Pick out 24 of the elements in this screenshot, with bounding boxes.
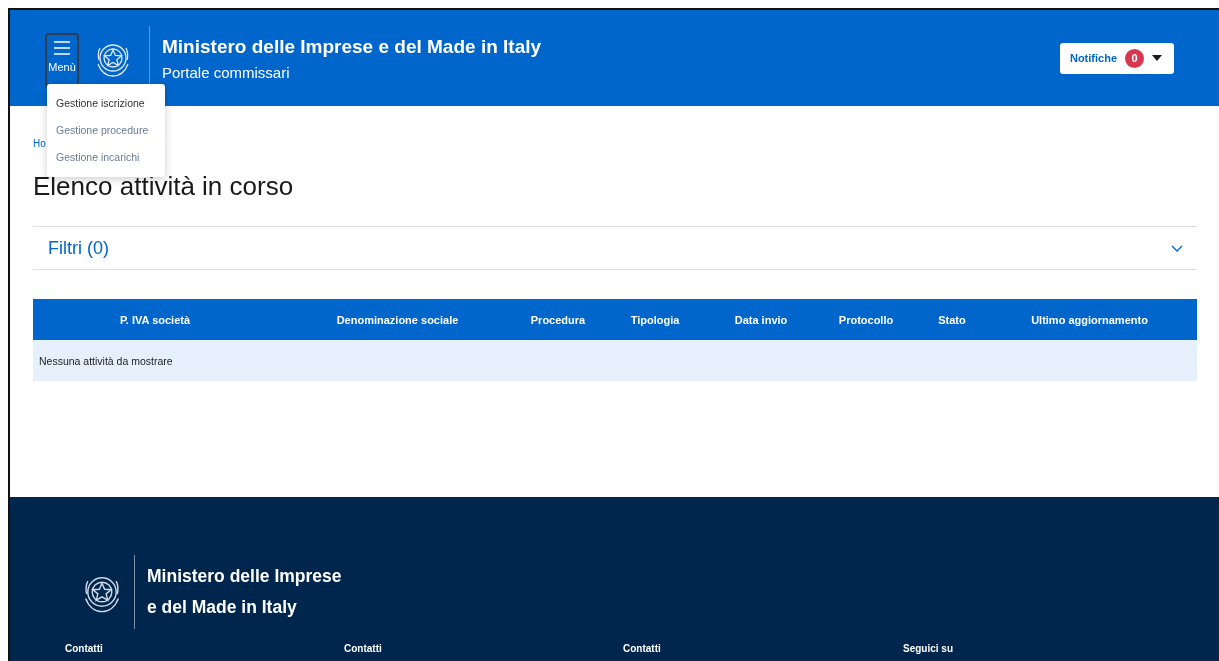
column-header: Data invio: [733, 313, 789, 326]
chevron-icon: [1171, 244, 1183, 252]
site-subtitle: Portale commissari: [162, 63, 291, 81]
column-header: Protocollo: [837, 313, 895, 326]
notifications-button[interactable]: Notifiche 0: [1059, 42, 1174, 74]
footer-title: Ministero delle Imprese e del Made in Italy: [147, 565, 342, 619]
footer-column-heading: Seguici su: [903, 643, 954, 654]
filters-toggle[interactable]: Filtri (0): [33, 227, 1197, 269]
menu-icon: [54, 40, 70, 55]
site-title: Ministero delle Imprese e del Made in Italy: [162, 35, 542, 58]
notification-count-badge: 0: [1125, 48, 1144, 68]
column-header: Ultimo aggiornamento: [1030, 313, 1149, 326]
footer-column-heading: Contatti: [623, 643, 662, 654]
column-header: Stato: [937, 313, 967, 326]
footer-column-heading: Contatti: [65, 643, 104, 654]
menu-item[interactable]: Gestione iscrizione: [47, 90, 165, 117]
caret-icon: [1152, 55, 1162, 61]
column-header: Denominazione sociale: [335, 313, 460, 326]
column-header: Tipologia: [629, 313, 681, 326]
page-title: Elenco attività in corso: [33, 171, 295, 202]
footer-column-heading: Contatti: [344, 643, 383, 654]
empty-message: Nessuna attività da mostrare: [39, 354, 173, 367]
column-header: P. IVA società: [118, 313, 192, 326]
column-header: Procedura: [529, 313, 587, 326]
